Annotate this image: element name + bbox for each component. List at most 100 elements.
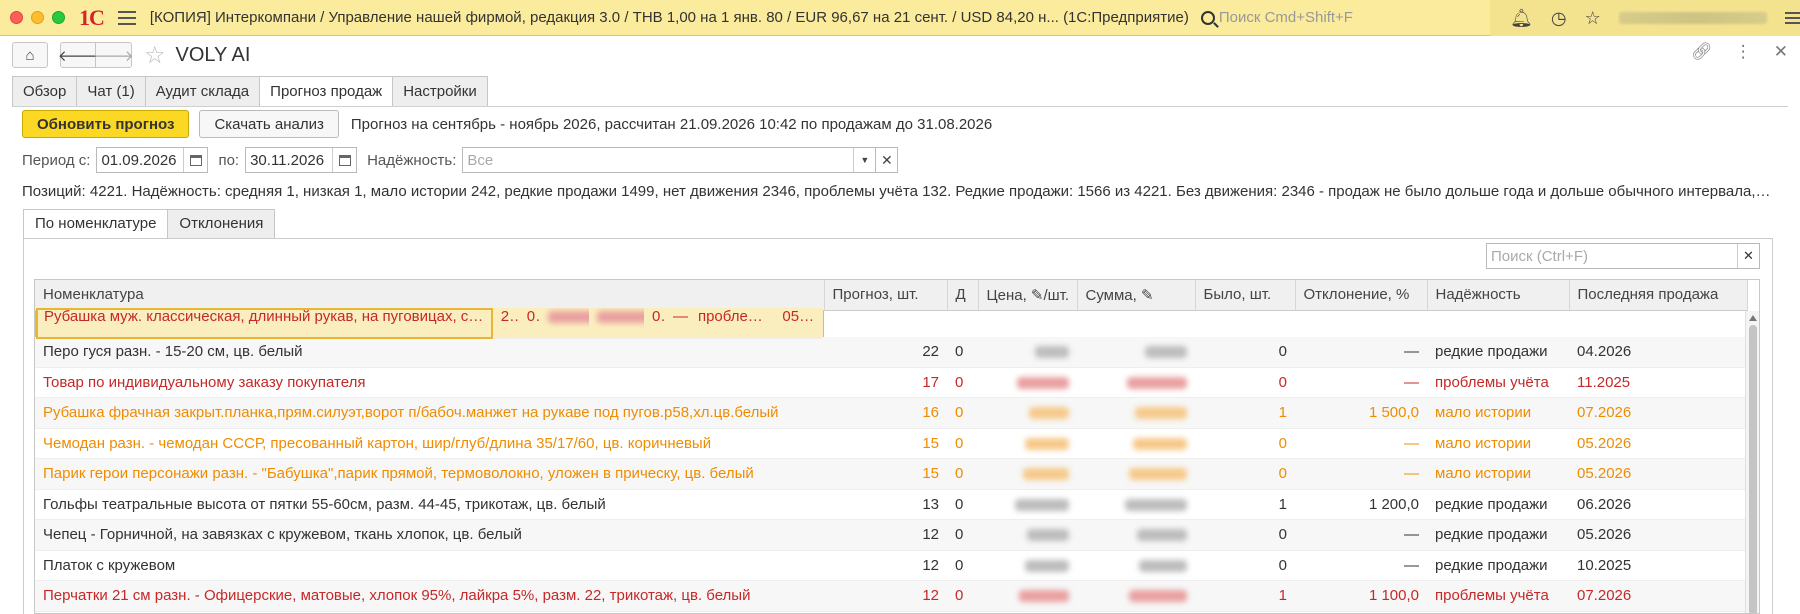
favorites-star-icon[interactable]: ☆ (1585, 8, 1601, 29)
refresh-forecast-button[interactable]: Обновить прогноз (22, 110, 190, 138)
cell-last-sale: 05.2026 (1569, 519, 1747, 551)
period-from-label: Период с: (22, 151, 91, 169)
blurred-value (1129, 590, 1187, 603)
cell-item: Платок с кружевом (35, 550, 824, 581)
clear-reliability-button[interactable]: ✕ (876, 147, 899, 173)
col-forecast[interactable]: Прогноз, шт. (824, 280, 948, 311)
scroll-up-icon[interactable] (1748, 315, 1757, 321)
cell-reliability: редкие продажи (1427, 519, 1569, 551)
tab-settings[interactable]: Настройки (392, 76, 488, 106)
forward-button[interactable]: 🡒 (93, 42, 134, 68)
blurred-value (1017, 376, 1069, 389)
user-name-blurred[interactable] (1618, 12, 1768, 24)
col-last-sale[interactable]: Последняя продажа (1569, 280, 1748, 311)
cell-forecast: 13 (824, 489, 947, 520)
cell-sum (1077, 519, 1195, 551)
reliability-select[interactable]: Все ▼ (462, 147, 877, 173)
cell-sum (1077, 336, 1195, 368)
tab-chat[interactable]: Чат (1) (76, 76, 146, 106)
table-row[interactable]: Гольфы театральные высота от пятки 55-60… (35, 489, 1747, 520)
home-button[interactable]: ⌂ (12, 42, 48, 68)
more-icon[interactable]: ⋮ (1735, 42, 1752, 62)
title-bar: 1С [КОПИЯ] Интеркомпани / Управление наш… (0, 0, 1800, 36)
calendar-icon[interactable] (183, 148, 207, 172)
cell-reliability: редкие продажи (1427, 489, 1569, 520)
link-icon[interactable]: 🔗︎ (1691, 42, 1713, 62)
cell-sum (589, 308, 644, 339)
tab-by-item[interactable]: По номенклатуре (23, 209, 169, 239)
cell-price (978, 489, 1077, 520)
blurred-value (1027, 529, 1069, 542)
cell-deviation: — (1295, 458, 1427, 490)
vertical-scrollbar[interactable] (1745, 311, 1759, 613)
cell-last-sale: 05.2026 (1569, 458, 1747, 490)
calendar-icon[interactable] (332, 148, 356, 172)
cell-sum (1077, 580, 1195, 612)
table-row[interactable]: Рубашка муж. классическая, длинный рукав… (35, 308, 824, 339)
grid-search-input[interactable]: Поиск (Ctrl+F) ✕ (1486, 243, 1760, 269)
cell-last-sale: 07.2026 (1569, 397, 1747, 429)
table-row[interactable]: Чепец - Горничной, на завязках с кружево… (35, 519, 1747, 551)
settings-menu-icon[interactable] (1785, 12, 1800, 24)
table-row[interactable]: Платок с кружевом 12 0 0— редкие продажи 10.2… (35, 550, 1747, 581)
cell-reliability: проблемы учёта (1427, 367, 1569, 398)
col-was[interactable]: Было, шт. (1195, 280, 1296, 311)
period-from-field[interactable]: 01.09.2026 (96, 147, 209, 173)
maximize-window-button[interactable] (52, 11, 65, 24)
table-row[interactable]: Чемодан разн. - чемодан СССР, пресованны… (35, 428, 1747, 459)
cell-reliability: редкие продажи (1427, 550, 1569, 581)
col-price[interactable]: Цена, ✎/шт. (978, 280, 1078, 311)
scroll-thumb[interactable] (1748, 325, 1757, 613)
col-item[interactable]: Номенклатура (35, 280, 825, 311)
cell-last-sale: 10.2025 (1569, 550, 1747, 581)
table-header: Номенклатура Прогноз, шт. Д Цена, ✎/шт. … (35, 280, 1748, 311)
table-row[interactable]: Рубашка фрачная закрыт.планка,прям.силуэ… (35, 397, 1747, 429)
minimize-window-button[interactable] (31, 11, 44, 24)
window-title: [КОПИЯ] Интеркомпани / Управление нашей … (149, 9, 1189, 26)
cell-was: 0 (643, 308, 665, 339)
cell-was: 0 (1195, 428, 1295, 459)
blurred-value (1025, 437, 1069, 450)
bookmark-star-icon[interactable]: ☆ (144, 41, 166, 70)
table-row[interactable]: Перчатки 21 см разн. - Офицерские, матов… (35, 580, 1747, 612)
col-d[interactable]: Д (947, 280, 979, 311)
cell-item: Чемодан разн. - чемодан СССР, пресованны… (35, 428, 824, 459)
download-analysis-button[interactable]: Скачать анализ (199, 110, 339, 138)
table-row[interactable]: Парик герои персонажи разн. - "Бабушка",… (35, 458, 1747, 490)
table-row[interactable]: Перо гуся разн. - 15-20 см, цв. белый 22 0… (35, 336, 1747, 368)
main-menu-icon[interactable] (117, 10, 136, 25)
global-search[interactable]: Поиск Cmd+Shift+F (1200, 9, 1353, 26)
blurred-value (547, 311, 590, 324)
cell-forecast: 12 (824, 519, 947, 551)
tab-stock-audit[interactable]: Аудит склада (144, 76, 261, 106)
tab-deviations[interactable]: Отклонения (167, 209, 276, 238)
tab-sales-forecast[interactable]: Прогноз продаж (259, 76, 394, 107)
back-button[interactable]: 🡐 (58, 42, 98, 68)
period-to-value: 30.11.2026 (250, 151, 325, 169)
col-deviation[interactable]: Отклонение, % (1295, 280, 1428, 311)
tabs-divider (12, 106, 1788, 107)
col-reliability[interactable]: Надёжность (1427, 280, 1570, 311)
cell-forecast: 15 (824, 458, 947, 490)
form-toolbar: ⌂ 🡐 🡒 ☆ VOLY AI 🔗︎ ⋮ ✕ (12, 40, 1788, 70)
close-window-button[interactable] (10, 11, 23, 24)
cell-deviation: 1 200,0 (1295, 489, 1427, 520)
col-sum[interactable]: Сумма, ✎ (1077, 280, 1196, 311)
bell-icon[interactable]: 🔔︎ (1510, 8, 1533, 29)
period-to-field[interactable]: 30.11.2026 (245, 147, 358, 173)
chevron-down-icon[interactable]: ▼ (853, 148, 875, 172)
cell-was: 1 (1195, 397, 1295, 429)
cell-was: 1 (1195, 489, 1295, 520)
blurred-value (1029, 407, 1069, 420)
cell-item: Гольфы театральные высота от пятки 55-60… (35, 489, 824, 520)
history-icon[interactable]: ◷ (1551, 8, 1567, 29)
tab-overview[interactable]: Обзор (12, 76, 78, 106)
cell-forecast: 12 (824, 580, 947, 612)
close-icon[interactable]: ✕ (1774, 42, 1788, 62)
cell-last-sale: 07.2026 (1569, 580, 1747, 612)
cell-sum (1077, 550, 1195, 581)
clear-search-icon[interactable]: ✕ (1737, 244, 1759, 268)
table-row[interactable]: Товар по индивидуальному заказу покупате… (35, 367, 1747, 398)
cell-price (978, 397, 1077, 429)
grid-search-placeholder: Поиск (Ctrl+F) (1491, 247, 1588, 265)
